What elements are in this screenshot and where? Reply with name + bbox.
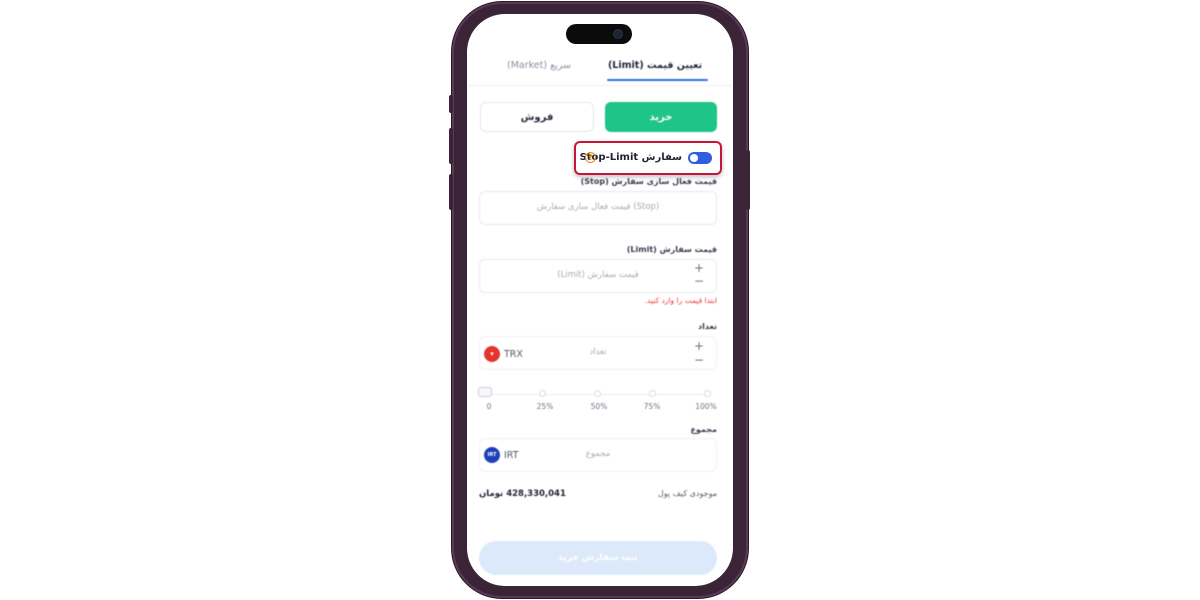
sell-button[interactable]: فروش bbox=[480, 102, 594, 132]
slider-label-50: 50% bbox=[590, 402, 608, 411]
limit-price-increment-button[interactable]: + bbox=[694, 262, 704, 274]
limit-price-placeholder: قیمت سفارش (Limit) bbox=[557, 270, 639, 280]
front-camera-icon bbox=[614, 30, 622, 38]
stop-price-label: قیمت فعال سازی سفارش (Stop) bbox=[580, 177, 717, 186]
tabs-divider bbox=[467, 85, 733, 86]
submit-buy-order-button[interactable]: ثبت سفارش خرید bbox=[479, 541, 717, 575]
limit-price-input[interactable]: قیمت سفارش (Limit) + − bbox=[479, 259, 717, 293]
limit-price-error: ابتدا قیمت را وارد کنید. bbox=[644, 296, 717, 305]
phone-volume-up-button bbox=[449, 128, 453, 164]
stop-price-input[interactable]: (Stop) قیمت فعال سازی سفارش bbox=[479, 191, 717, 225]
limit-price-decrement-button[interactable]: − bbox=[694, 275, 704, 287]
tab-market[interactable]: سریع (Market) bbox=[489, 60, 589, 71]
dynamic-island bbox=[566, 24, 632, 44]
slider-step-100[interactable] bbox=[704, 390, 711, 397]
slider-label-75: 75% bbox=[643, 402, 661, 411]
stop-limit-toggle[interactable] bbox=[688, 152, 712, 164]
slider-label-0: 0 bbox=[486, 402, 492, 411]
stop-price-placeholder: (Stop) قیمت فعال سازی سفارش bbox=[536, 202, 660, 212]
amount-decrement-button[interactable]: − bbox=[694, 354, 704, 366]
help-icon[interactable]: ? bbox=[585, 152, 596, 163]
slider-label-25: 25% bbox=[536, 402, 554, 411]
wallet-balance-value: 428,330,041 تومان bbox=[479, 489, 566, 499]
total-asset: IRT IRT bbox=[484, 447, 519, 463]
slider-label-100: 100% bbox=[695, 402, 717, 411]
buy-button[interactable]: خرید bbox=[605, 102, 717, 132]
amount-asset: ▾ TRX bbox=[484, 346, 523, 362]
stop-limit-highlight: سفارش Stop-Limit ? bbox=[574, 141, 722, 175]
active-tab-indicator bbox=[607, 79, 708, 81]
wallet-balance-label: موجودی کیف پول bbox=[657, 489, 717, 498]
amount-increment-button[interactable]: + bbox=[694, 340, 704, 352]
total-label: مجموع bbox=[690, 425, 717, 434]
toggle-knob bbox=[690, 154, 698, 162]
amount-slider-handle[interactable] bbox=[478, 387, 492, 397]
tron-icon: ▾ bbox=[484, 346, 500, 362]
total-asset-label: IRT bbox=[504, 449, 519, 461]
slider-step-50[interactable] bbox=[594, 390, 601, 397]
phone-screen: تعیین قیمت (Limit) سریع (Market) خرید فر… bbox=[467, 14, 733, 586]
phone-power-button bbox=[746, 150, 750, 210]
toman-icon: IRT bbox=[484, 447, 500, 463]
phone-action-button bbox=[449, 95, 453, 113]
limit-price-label: قیمت سفارش (Limit) bbox=[626, 245, 717, 254]
order-type-tabs: تعیین قیمت (Limit) سریع (Market) bbox=[467, 54, 733, 86]
slider-step-25[interactable] bbox=[539, 390, 546, 397]
wallet-balance-row: موجودی کیف پول 428,330,041 تومان bbox=[479, 489, 717, 503]
tab-limit[interactable]: تعیین قیمت (Limit) bbox=[607, 60, 703, 71]
amount-asset-label: TRX bbox=[504, 348, 523, 360]
phone-volume-down-button bbox=[449, 174, 453, 210]
slider-step-75[interactable] bbox=[649, 390, 656, 397]
amount-label: تعداد bbox=[698, 322, 717, 331]
